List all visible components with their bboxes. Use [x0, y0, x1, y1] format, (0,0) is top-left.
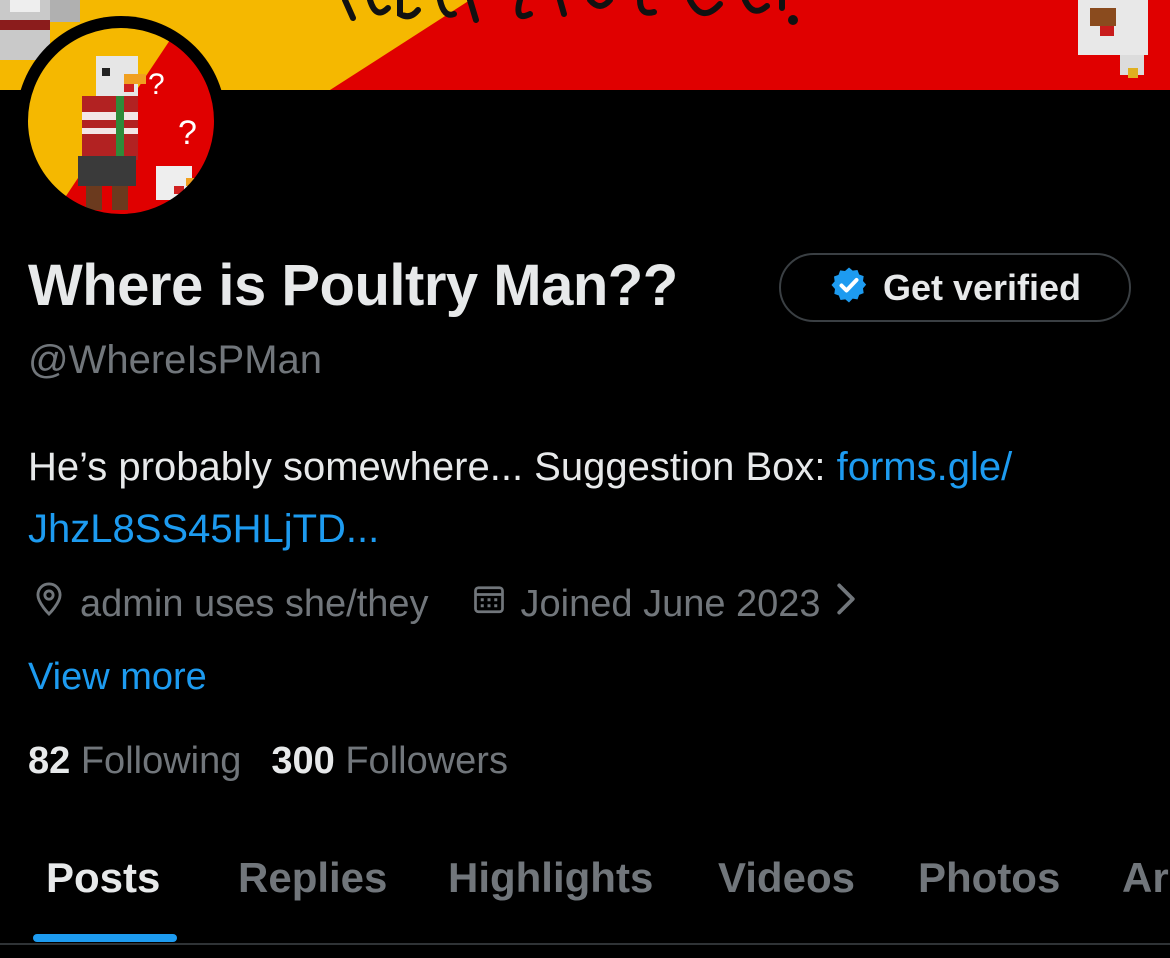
display-name: Where is Poultry Man??: [28, 253, 678, 318]
follow-stats: 82 Following 300 Followers: [28, 740, 508, 783]
followers-count: 300: [271, 740, 335, 782]
svg-text:?: ?: [148, 68, 165, 101]
following-label: Following: [80, 740, 242, 782]
active-tab-indicator: [33, 934, 177, 942]
get-verified-label: Get verified: [882, 266, 1082, 308]
profile-bio: He’s probably somewhere... Suggestion Bo…: [28, 436, 1138, 560]
avatar: ? ?: [22, 22, 220, 220]
view-more-link[interactable]: View more: [28, 656, 207, 699]
tab-replies[interactable]: Replies: [238, 850, 387, 944]
following-stat[interactable]: 82 Following: [28, 740, 241, 783]
bio-text: He’s probably somewhere... Suggestion Bo…: [28, 445, 837, 489]
tab-videos[interactable]: Videos: [718, 850, 855, 944]
tab-photos[interactable]: Photos: [918, 850, 1060, 944]
calendar-icon: [471, 581, 507, 627]
profile-handle: @WhereIsPMan: [28, 338, 323, 382]
following-count: 82: [28, 740, 71, 782]
location-item: admin uses she/they: [30, 580, 429, 628]
joined-item[interactable]: Joined June 2023: [471, 581, 857, 627]
followers-label: Followers: [345, 740, 508, 782]
avatar-wrapper[interactable]: ? ?: [16, 16, 226, 226]
location-pin-icon: [30, 580, 68, 628]
tab-highlights[interactable]: Highlights: [448, 850, 653, 944]
tab-articles[interactable]: Ar: [1122, 850, 1169, 944]
followers-stat[interactable]: 300 Followers: [271, 740, 508, 783]
profile-tabs: Posts Replies Highlights Videos Photos A…: [0, 850, 1170, 944]
location-text: admin uses she/they: [80, 582, 429, 625]
joined-text: Joined June 2023: [520, 582, 821, 625]
get-verified-button[interactable]: Get verified: [779, 253, 1131, 322]
svg-text:?: ?: [178, 114, 197, 152]
tabs-divider: [0, 943, 1170, 945]
chevron-right-icon: [835, 582, 857, 626]
verified-badge-icon: [829, 265, 869, 310]
profile-meta: admin uses she/they Joined June 2023: [30, 578, 857, 630]
tab-posts[interactable]: Posts: [46, 850, 160, 944]
